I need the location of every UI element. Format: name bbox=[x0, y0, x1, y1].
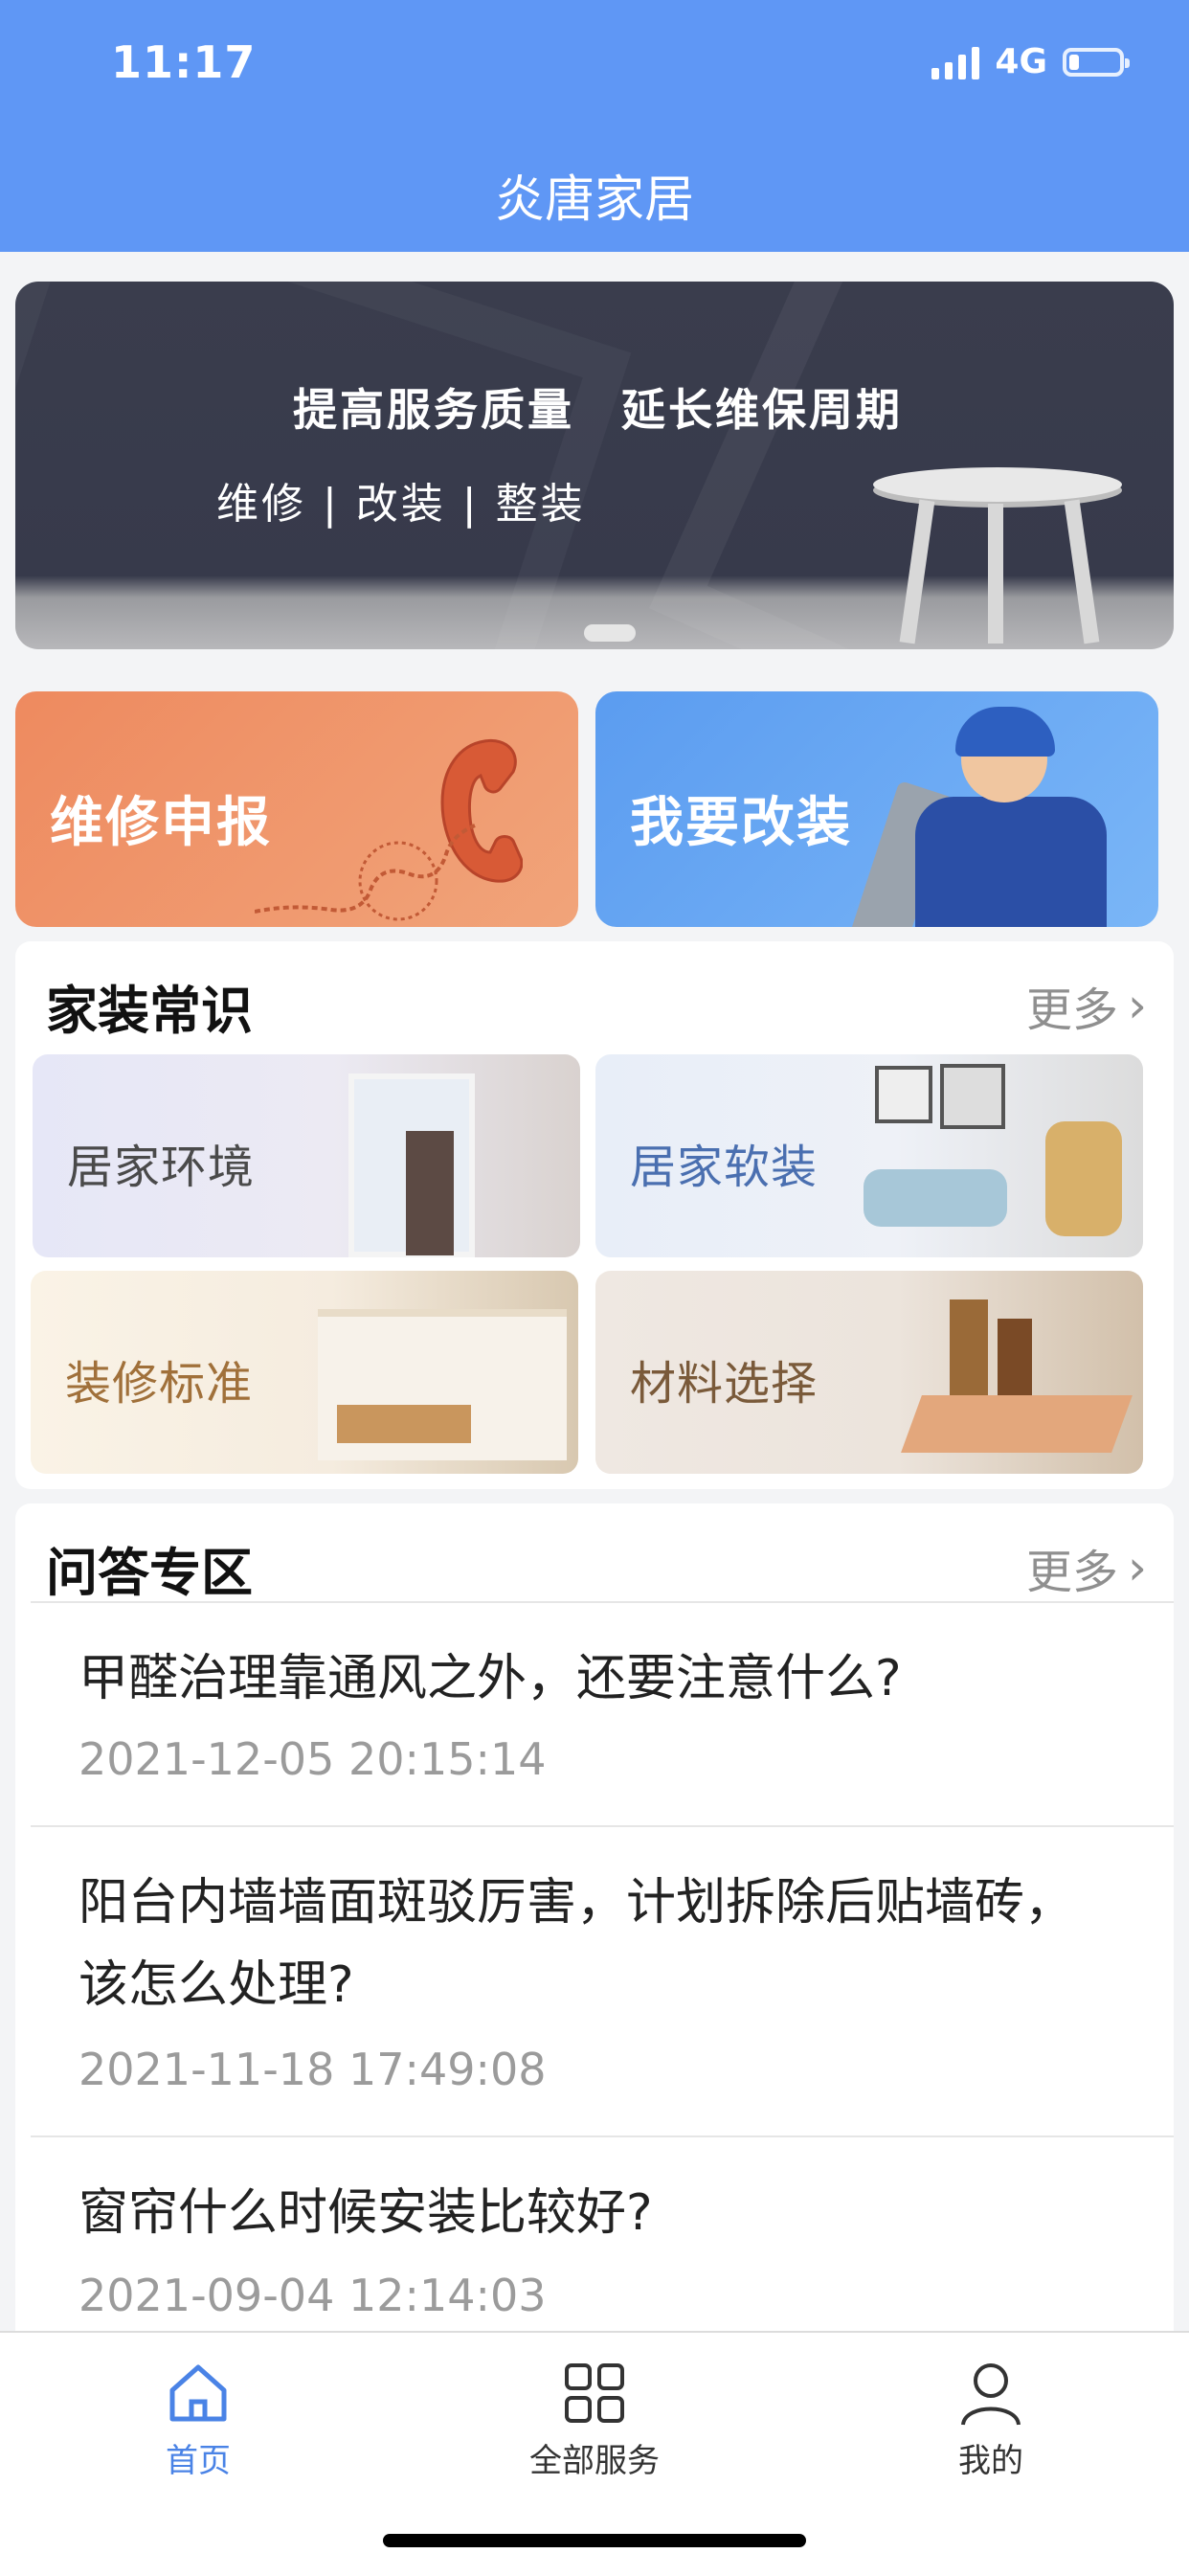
carousel-indicator[interactable] bbox=[584, 624, 636, 642]
repair-report-label: 维修申报 bbox=[50, 792, 272, 854]
banner-decoration bbox=[15, 282, 632, 649]
signal-icon bbox=[931, 45, 980, 79]
home-icon bbox=[169, 2364, 227, 2422]
tile-label: 材料选择 bbox=[630, 1357, 819, 1411]
banner-subline: 维修 | 改装 | 整装 bbox=[216, 480, 586, 529]
tab-home[interactable]: 首页 bbox=[0, 2333, 396, 2486]
tile-soft-furnishing[interactable]: 居家软装 bbox=[595, 1054, 1143, 1257]
section-title: 问答专区 bbox=[46, 1543, 253, 1603]
qa-question[interactable]: 窗帘什么时候安装比较好? bbox=[79, 2172, 1112, 2254]
tile-label: 居家软装 bbox=[630, 1141, 819, 1194]
chevron-right-icon: › bbox=[1128, 1540, 1147, 1595]
tab-label: 全部服务 bbox=[529, 2442, 660, 2480]
qa-question[interactable]: 甲醛治理靠通风之外，还要注意什么? bbox=[79, 1638, 1112, 1720]
user-icon bbox=[961, 2363, 1021, 2426]
promo-banner[interactable]: 提高服务质量 延长维保周期 维修 | 改装 | 整装 bbox=[15, 282, 1174, 649]
worker-icon bbox=[915, 797, 1107, 927]
divider bbox=[31, 1601, 1174, 1603]
qa-section: 问答专区 更多 › 甲醛治理靠通风之外，还要注意什么? 2021-12-05 2… bbox=[15, 1503, 1174, 2471]
tab-label: 我的 bbox=[958, 2442, 1023, 2480]
knowledge-more-link[interactable]: 更多 › bbox=[1026, 972, 1147, 1039]
grid-icon bbox=[565, 2363, 624, 2423]
armchair-illustration bbox=[1045, 1121, 1122, 1236]
sofa-illustration bbox=[864, 1169, 1007, 1227]
renovation-request-button[interactable]: 我要改装 bbox=[595, 691, 1158, 927]
banner-headline: 提高服务质量 延长维保周期 bbox=[293, 384, 903, 436]
app-header: 11:17 4G 炎唐家居 bbox=[0, 0, 1189, 252]
more-label: 更多 bbox=[1025, 1546, 1118, 1599]
wall-art-illustration bbox=[940, 1064, 1005, 1129]
qa-date: 2021-11-18 17:49:08 bbox=[79, 2044, 547, 2095]
tile-decoration-standards[interactable]: 装修标准 bbox=[31, 1271, 578, 1474]
tile-label: 装修标准 bbox=[65, 1357, 254, 1411]
material-sample-illustration bbox=[998, 1319, 1032, 1405]
qa-question[interactable]: 阳台内墙墙面斑驳厉害，计划拆除后贴墙砖，该怎么处理? bbox=[79, 1862, 1112, 2026]
tile-home-environment[interactable]: 居家环境 bbox=[33, 1054, 580, 1257]
renovation-request-label: 我要改装 bbox=[630, 792, 852, 854]
qa-date: 2021-09-04 12:14:03 bbox=[79, 2270, 547, 2321]
divider bbox=[31, 2135, 1174, 2137]
chevron-right-icon: › bbox=[1128, 978, 1147, 1033]
qa-date: 2021-12-05 20:15:14 bbox=[79, 1733, 547, 1785]
section-title: 家装常识 bbox=[46, 981, 253, 1041]
table-leg bbox=[988, 504, 1003, 644]
dining-table-illustration bbox=[337, 1405, 471, 1443]
repair-report-button[interactable]: 维修申报 bbox=[15, 691, 578, 927]
status-indicators: 4G bbox=[931, 42, 1130, 81]
material-sample-illustration bbox=[901, 1395, 1133, 1453]
network-label: 4G bbox=[995, 42, 1047, 81]
page-title: 炎唐家居 bbox=[494, 171, 694, 229]
tile-label: 居家环境 bbox=[67, 1141, 256, 1194]
phone-cord-icon bbox=[255, 824, 476, 921]
wall-art-illustration bbox=[875, 1066, 932, 1123]
screen-illustration bbox=[406, 1131, 454, 1255]
worker-cap bbox=[955, 707, 1055, 757]
home-knowledge-section: 家装常识 更多 › 居家环境 居家软装 装修标准 材料选择 bbox=[15, 941, 1174, 1489]
more-label: 更多 bbox=[1025, 983, 1118, 1037]
divider bbox=[31, 1825, 1174, 1827]
qa-more-link[interactable]: 更多 › bbox=[1026, 1534, 1147, 1601]
tab-label: 首页 bbox=[166, 2442, 231, 2480]
battery-icon bbox=[1063, 47, 1130, 77]
table-illustration bbox=[873, 467, 1122, 502]
status-time: 11:17 bbox=[111, 36, 257, 88]
home-indicator bbox=[383, 2534, 806, 2547]
tab-mine[interactable]: 我的 bbox=[793, 2333, 1189, 2486]
material-sample-illustration bbox=[950, 1299, 988, 1405]
tab-all-services[interactable]: 全部服务 bbox=[396, 2333, 793, 2486]
tile-material-selection[interactable]: 材料选择 bbox=[595, 1271, 1143, 1474]
